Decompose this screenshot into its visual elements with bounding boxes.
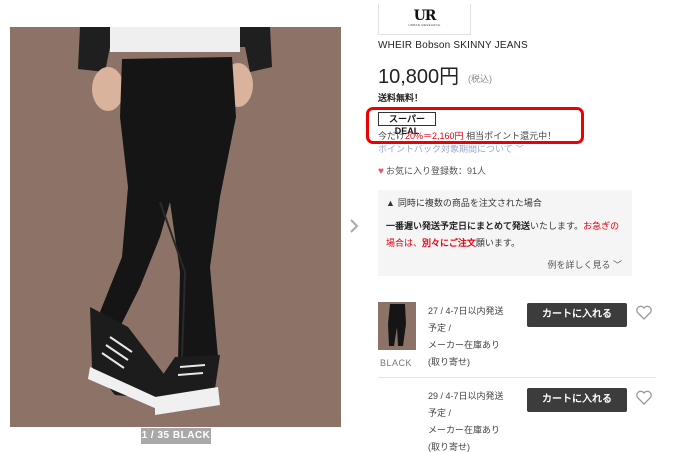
brand-logo[interactable]: UR URBAN RESEARCH [378,4,471,35]
brand-logo-mark: UR [413,8,437,24]
sku-row: 29 / 4-7日以内発送 予定 / メーカー在庫あり (取り寄せ) カートに入… [378,385,656,452]
add-to-cart-button[interactable]: カートに入れる [527,303,627,327]
pointback-period-link[interactable]: ポイントバック対象期間について ﹀ [378,145,524,153]
notice-title-text: 同時に複数の商品を注文された場合 [397,198,542,208]
heart-outline-icon[interactable] [635,389,653,407]
sku-row: BLACK 27 / 4-7日以内発送 予定 / メーカー在庫あり (取り寄せ)… [378,300,656,378]
notice-red2: 別々にご注文 [422,238,476,248]
jeans-photo-illustration [10,27,341,427]
deal-suffix: 相当ポイント還元中！ [463,131,557,141]
deal-percent: 20%＝2,160円 [405,131,464,141]
stock-line: 29 / 4-7日以内発送 [428,391,504,401]
heart-outline-icon[interactable] [635,304,653,322]
product-price: 10,800円 [378,66,460,88]
chevron-down-icon: ﹀ [612,260,622,270]
multi-order-notice: ▲ 同時に複数の商品を注文された場合 一番遅い発送予定日にまとめて発送いたします。… [378,190,632,276]
stock-line: 27 / 4-7日以内発送 [428,306,504,316]
free-shipping-label: 送料無料！ [378,93,424,103]
stock-line: メーカー在庫あり [428,340,501,350]
chevron-down-icon: ﹀ [515,145,525,153]
super-deal-badge: スーパーDEAL [378,112,436,136]
add-to-cart-button[interactable]: カートに入れる [527,388,627,412]
favorites-count: ♥ お気に入り登録数：91人 [378,164,486,177]
stock-line: メーカー在庫あり [428,425,501,435]
warning-icon: ▲ [386,198,395,208]
tax-note: (税込) [468,74,492,84]
pointback-label: ポイントバック対象期間について [378,145,513,153]
image-counter: 1 / 35 BLACK [141,428,211,444]
notice-text1: いたします。 [530,221,584,231]
stock-line: (取り寄せ) [428,442,470,452]
notice-bold: 一番遅い発送予定日にまとめて発送 [386,221,531,231]
product-main-image[interactable] [10,27,341,427]
chevron-right-icon[interactable] [347,217,361,235]
deal-points-text: 今だけ20%＝2,160円 相当ポイント還元中！ [378,129,556,142]
stock-line: 予定 / [428,323,452,333]
see-example-link[interactable]: 例を詳しく見る ﹀ [547,258,622,271]
brand-logo-sub: URBAN RESEARCH [408,23,441,27]
color-label: BLACK [380,358,413,368]
stock-line: 予定 / [428,408,452,418]
stock-info: 29 / 4-7日以内発送 予定 / メーカー在庫あり (取り寄せ) [428,388,528,452]
stock-info: 27 / 4-7日以内発送 予定 / メーカー在庫あり (取り寄せ) [428,303,528,371]
favorites-label: お気に入り登録数：91人 [385,166,486,176]
product-name: WHEIR Bobson SKINNY JEANS [378,40,528,51]
notice-body: 一番遅い発送予定日にまとめて発送いたします。お急ぎの場合は、別々にご注文願います… [386,218,624,252]
notice-text2: 願います。 [475,238,520,248]
notice-title: ▲ 同時に複数の商品を注文された場合 [386,197,624,209]
see-example-label: 例を詳しく見る [547,260,611,270]
heart-icon: ♥ [378,166,384,177]
color-thumbnail[interactable] [378,302,416,350]
stock-line: (取り寄せ) [428,357,470,367]
deal-prefix: 今だけ [378,131,406,141]
